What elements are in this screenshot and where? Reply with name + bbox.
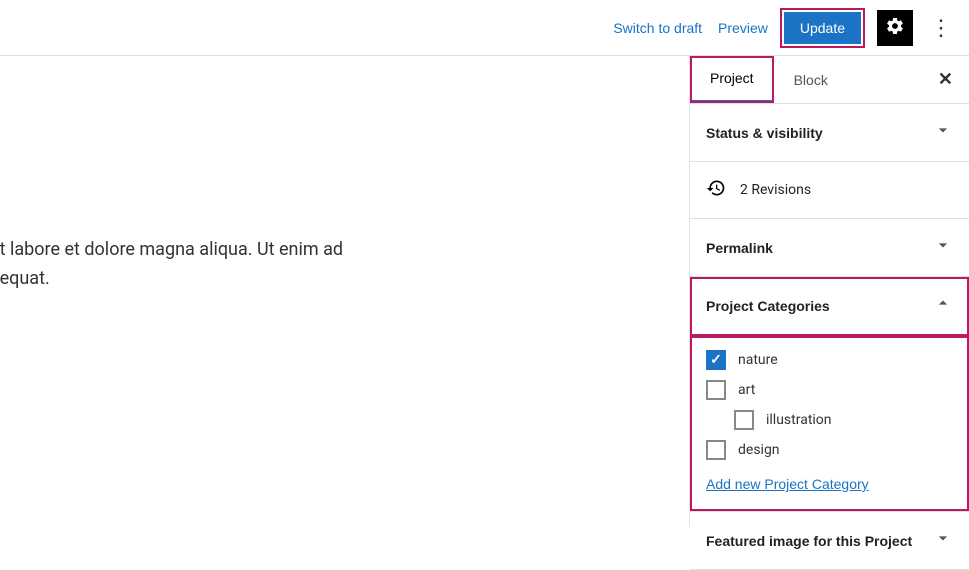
chevron-up-icon [933,293,953,318]
panel-status-toggle[interactable]: Status & visibility [690,104,969,161]
panel-permalink: Permalink [690,219,969,277]
topbar: Switch to draft Preview Update ⋮ [0,0,969,56]
history-icon [706,178,726,202]
tab-block[interactable]: Block [774,56,848,103]
panel-categories-title: Project Categories [706,298,830,314]
category-label[interactable]: design [738,442,780,458]
panel-status-title: Status & visibility [706,125,823,141]
chevron-down-icon [933,120,953,145]
category-checkbox[interactable] [734,410,754,430]
editor-content[interactable]: mpor incididunt ut labore et dolore magn… [0,56,689,527]
category-checkbox[interactable] [706,440,726,460]
panel-featured-toggle[interactable]: Featured image for this Project [690,512,969,569]
category-checkbox[interactable] [706,380,726,400]
gear-icon [885,16,905,39]
category-label[interactable]: art [738,382,755,398]
close-icon: ✕ [938,69,953,89]
panel-categories-toggle[interactable]: Project Categories [690,277,969,336]
revisions-row[interactable]: 2 Revisions [690,162,969,219]
panel-project-categories: Project Categories ✓ nature art illustratio… [690,277,969,512]
panel-featured-title: Featured image for this Project [706,533,912,549]
add-category-link[interactable]: Add new Project Category [706,476,869,492]
category-item: art [706,380,953,400]
settings-sidebar: Project Block ✕ Status & visibility 2 Re… [689,56,969,527]
category-checkbox[interactable]: ✓ [706,350,726,370]
sidebar-tabs: Project Block ✕ [690,56,969,104]
panel-featured-image: Featured image for this Project [690,512,969,570]
category-label[interactable]: illustration [766,412,832,428]
switch-to-draft-button[interactable]: Switch to draft [613,20,702,36]
update-button[interactable]: Update [784,12,861,44]
panel-permalink-toggle[interactable]: Permalink [690,219,969,276]
body-text: mpor incididunt ut labore et dolore magn… [0,236,669,294]
category-item: ✓ nature [706,350,953,370]
close-sidebar-button[interactable]: ✕ [922,56,969,103]
tab-project[interactable]: Project [690,56,774,103]
category-item: illustration [706,410,953,430]
preview-button[interactable]: Preview [718,20,768,36]
panel-permalink-title: Permalink [706,240,773,256]
settings-button[interactable] [877,10,913,46]
chevron-down-icon [933,235,953,260]
panel-categories-body: ✓ nature art illustration design Add new Pro… [690,336,969,511]
revisions-label: 2 Revisions [740,182,811,198]
more-vertical-icon: ⋮ [930,15,952,41]
chevron-down-icon [933,528,953,553]
category-label[interactable]: nature [738,352,778,368]
panel-status-visibility: Status & visibility [690,104,969,162]
category-item: design [706,440,953,460]
more-options-button[interactable]: ⋮ [929,10,953,46]
